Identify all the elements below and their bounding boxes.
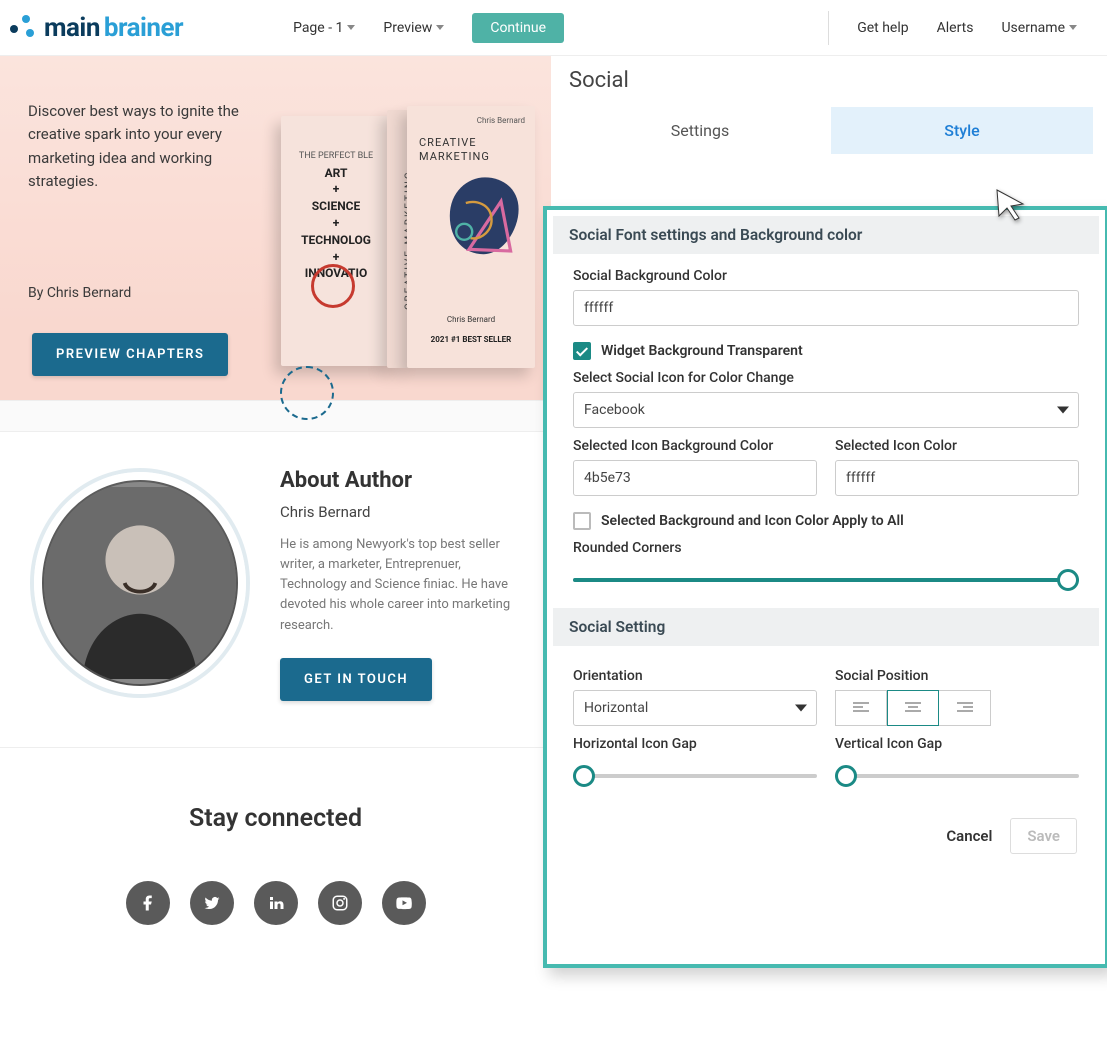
align-right-button[interactable]: [939, 690, 991, 726]
preview-chapters-button[interactable]: PREVIEW CHAPTERS: [32, 333, 228, 376]
icon-select-label: Select Social Icon for Color Change: [573, 370, 1079, 386]
preview-canvas: Discover best ways to ignite the creativ…: [0, 56, 551, 925]
cancel-button[interactable]: Cancel: [946, 827, 992, 845]
panel-title: Social: [569, 68, 1093, 93]
author-name: Chris Bernard: [280, 503, 520, 521]
apply-all-row: Selected Background and Icon Color Apply…: [573, 512, 1079, 530]
get-help-link[interactable]: Get help: [857, 20, 908, 36]
apply-all-label: Selected Background and Icon Color Apply…: [601, 513, 904, 529]
panel-tabs: Settings Style: [569, 107, 1093, 154]
book-back: THE PERFECT BLEART + SCIENCE + TECHNOLOG…: [281, 116, 391, 366]
icon-bg-input[interactable]: [573, 460, 817, 496]
logo-icon: [10, 15, 36, 41]
hgap-label: Horizontal Icon Gap: [573, 736, 817, 752]
vgap-label: Vertical Icon Gap: [835, 736, 1079, 752]
align-left-button[interactable]: [835, 690, 887, 726]
logo[interactable]: mainbrainer: [10, 13, 183, 43]
chevron-down-icon: [1057, 407, 1069, 414]
chevron-down-icon: [1069, 25, 1077, 30]
hgap-slider[interactable]: [573, 766, 817, 786]
username-dropdown[interactable]: Username: [1001, 20, 1077, 36]
instagram-icon[interactable]: [318, 881, 362, 925]
align-left-icon: [853, 702, 869, 714]
circle-icon: [311, 264, 355, 308]
icon-color-input[interactable]: [835, 460, 1079, 496]
orientation-label: Orientation: [573, 668, 817, 684]
social-position-buttons: [835, 690, 1079, 726]
icon-color-label: Selected Icon Color: [835, 438, 1079, 454]
author-heading: About Author: [280, 468, 520, 493]
author-avatar: [30, 468, 250, 698]
top-right: Get help Alerts Username: [828, 11, 1097, 45]
footer-heading: Stay connected: [0, 804, 551, 833]
align-center-icon: [905, 702, 921, 714]
transparent-checkbox[interactable]: [573, 342, 591, 360]
abstract-art-icon: [445, 170, 525, 260]
alerts-link[interactable]: Alerts: [937, 20, 974, 36]
chevron-down-icon: [347, 25, 355, 30]
bg-color-label: Social Background Color: [573, 268, 1079, 284]
bg-color-input[interactable]: [573, 290, 1079, 326]
footer-section: Stay connected: [0, 748, 551, 925]
page-dropdown[interactable]: Page - 1: [293, 20, 355, 36]
preview-dropdown[interactable]: Preview: [383, 20, 444, 36]
chevron-down-icon: [795, 705, 807, 712]
dashed-circle-icon: [280, 366, 334, 420]
right-panel: Social Settings Style Social Font settin…: [551, 56, 1107, 154]
save-button[interactable]: Save: [1010, 818, 1077, 854]
separator: [828, 11, 829, 45]
gray-spacer: [0, 400, 551, 432]
cursor-pointer-icon: [993, 186, 1029, 226]
apply-all-checkbox[interactable]: [573, 512, 591, 530]
align-center-button[interactable]: [887, 690, 939, 726]
icon-bg-label: Selected Icon Background Color: [573, 438, 817, 454]
chevron-down-icon: [436, 25, 444, 30]
twitter-icon[interactable]: [190, 881, 234, 925]
section-header-setting: Social Setting: [553, 608, 1099, 646]
facebook-icon[interactable]: [126, 881, 170, 925]
vgap-slider[interactable]: [835, 766, 1079, 786]
top-center: Page - 1 Preview Continue: [293, 13, 564, 43]
author-bio: He is among Newyork's top best seller wr…: [280, 535, 520, 636]
style-panel: Social Font settings and Background colo…: [543, 206, 1107, 968]
youtube-icon[interactable]: [382, 881, 426, 925]
topbar: mainbrainer Page - 1 Preview Continue Ge…: [0, 0, 1107, 56]
linkedin-icon[interactable]: [254, 881, 298, 925]
hero-section: Discover best ways to ignite the creativ…: [0, 56, 551, 400]
continue-button[interactable]: Continue: [472, 13, 564, 43]
book-mockup: THE PERFECT BLEART + SCIENCE + TECHNOLOG…: [275, 96, 545, 396]
person-photo-icon: [44, 482, 236, 684]
panel-actions: Cancel Save: [553, 804, 1099, 868]
rounded-corners-label: Rounded Corners: [573, 540, 1079, 556]
align-right-icon: [957, 702, 973, 714]
tab-style[interactable]: Style: [831, 107, 1093, 154]
get-in-touch-button[interactable]: GET IN TOUCH: [280, 658, 432, 701]
book-spine: CREATIVE MARKETING: [387, 110, 409, 368]
author-section: About Author Chris Bernard He is among N…: [0, 432, 551, 748]
orientation-select[interactable]: [573, 690, 817, 726]
tab-settings[interactable]: Settings: [569, 107, 831, 154]
author-info: About Author Chris Bernard He is among N…: [280, 468, 520, 701]
rounded-corners-slider[interactable]: [573, 570, 1079, 590]
social-position-label: Social Position: [835, 668, 1079, 684]
book-front: Chris Bernard CREATIVE MARKETING Chris B…: [407, 106, 535, 368]
social-icons-row: [0, 881, 551, 925]
hero-text: Discover best ways to ignite the creativ…: [28, 100, 268, 193]
icon-select[interactable]: [573, 392, 1079, 428]
transparent-checkbox-row: Widget Background Transparent: [573, 342, 1079, 360]
transparent-label: Widget Background Transparent: [601, 343, 803, 359]
